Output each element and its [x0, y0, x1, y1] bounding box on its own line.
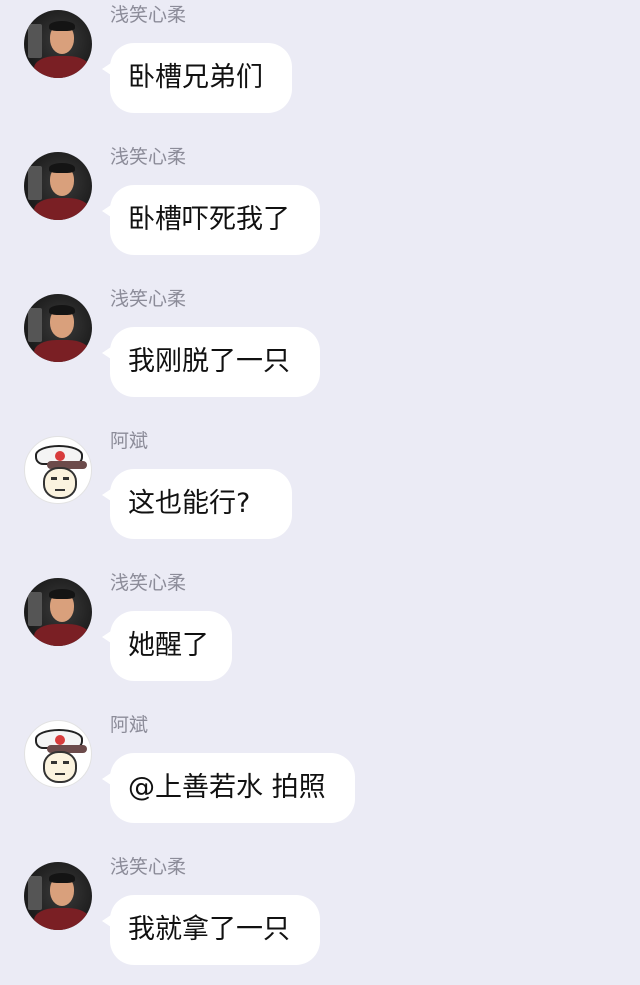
- message-row: 浅笑心柔 我就拿了一只: [0, 852, 640, 982]
- sender-avatar[interactable]: [24, 720, 92, 788]
- message-row: 浅笑心柔 她醒了: [0, 568, 640, 698]
- sender-avatar[interactable]: [24, 10, 92, 78]
- message-bubble[interactable]: 我就拿了一只: [102, 895, 320, 965]
- message-row: 浅笑心柔 我刚脱了一只: [0, 284, 640, 414]
- sender-name: 浅笑心柔: [110, 572, 187, 594]
- chat-message-list[interactable]: 浅笑心柔 卧槽兄弟们 浅笑心柔 卧槽吓死我了 浅笑心柔 我刚脱了一只 阿斌 这也…: [0, 0, 640, 985]
- message-bubble[interactable]: 卧槽兄弟们: [102, 43, 292, 113]
- sender-avatar[interactable]: [24, 152, 92, 220]
- message-bubble[interactable]: 我刚脱了一只: [102, 327, 320, 397]
- sender-avatar[interactable]: [24, 578, 92, 646]
- message-row: 阿斌 这也能行?: [0, 426, 640, 556]
- sender-avatar[interactable]: [24, 294, 92, 362]
- message-row: 浅笑心柔 卧槽兄弟们: [0, 0, 640, 130]
- message-bubble[interactable]: 她醒了: [102, 611, 232, 681]
- sender-name: 浅笑心柔: [110, 146, 187, 168]
- message-row: 阿斌 @上善若水 拍照: [0, 710, 640, 840]
- sender-avatar[interactable]: [24, 862, 92, 930]
- message-bubble[interactable]: 这也能行?: [102, 469, 292, 539]
- sender-name: 浅笑心柔: [110, 4, 187, 26]
- sender-name: 阿斌: [110, 714, 149, 736]
- message-bubble[interactable]: 卧槽吓死我了: [102, 185, 320, 255]
- sender-avatar[interactable]: [24, 436, 92, 504]
- message-bubble[interactable]: @上善若水 拍照: [102, 753, 355, 823]
- sender-name: 阿斌: [110, 430, 149, 452]
- message-row: 浅笑心柔 卧槽吓死我了: [0, 142, 640, 272]
- sender-name: 浅笑心柔: [110, 856, 187, 878]
- sender-name: 浅笑心柔: [110, 288, 187, 310]
